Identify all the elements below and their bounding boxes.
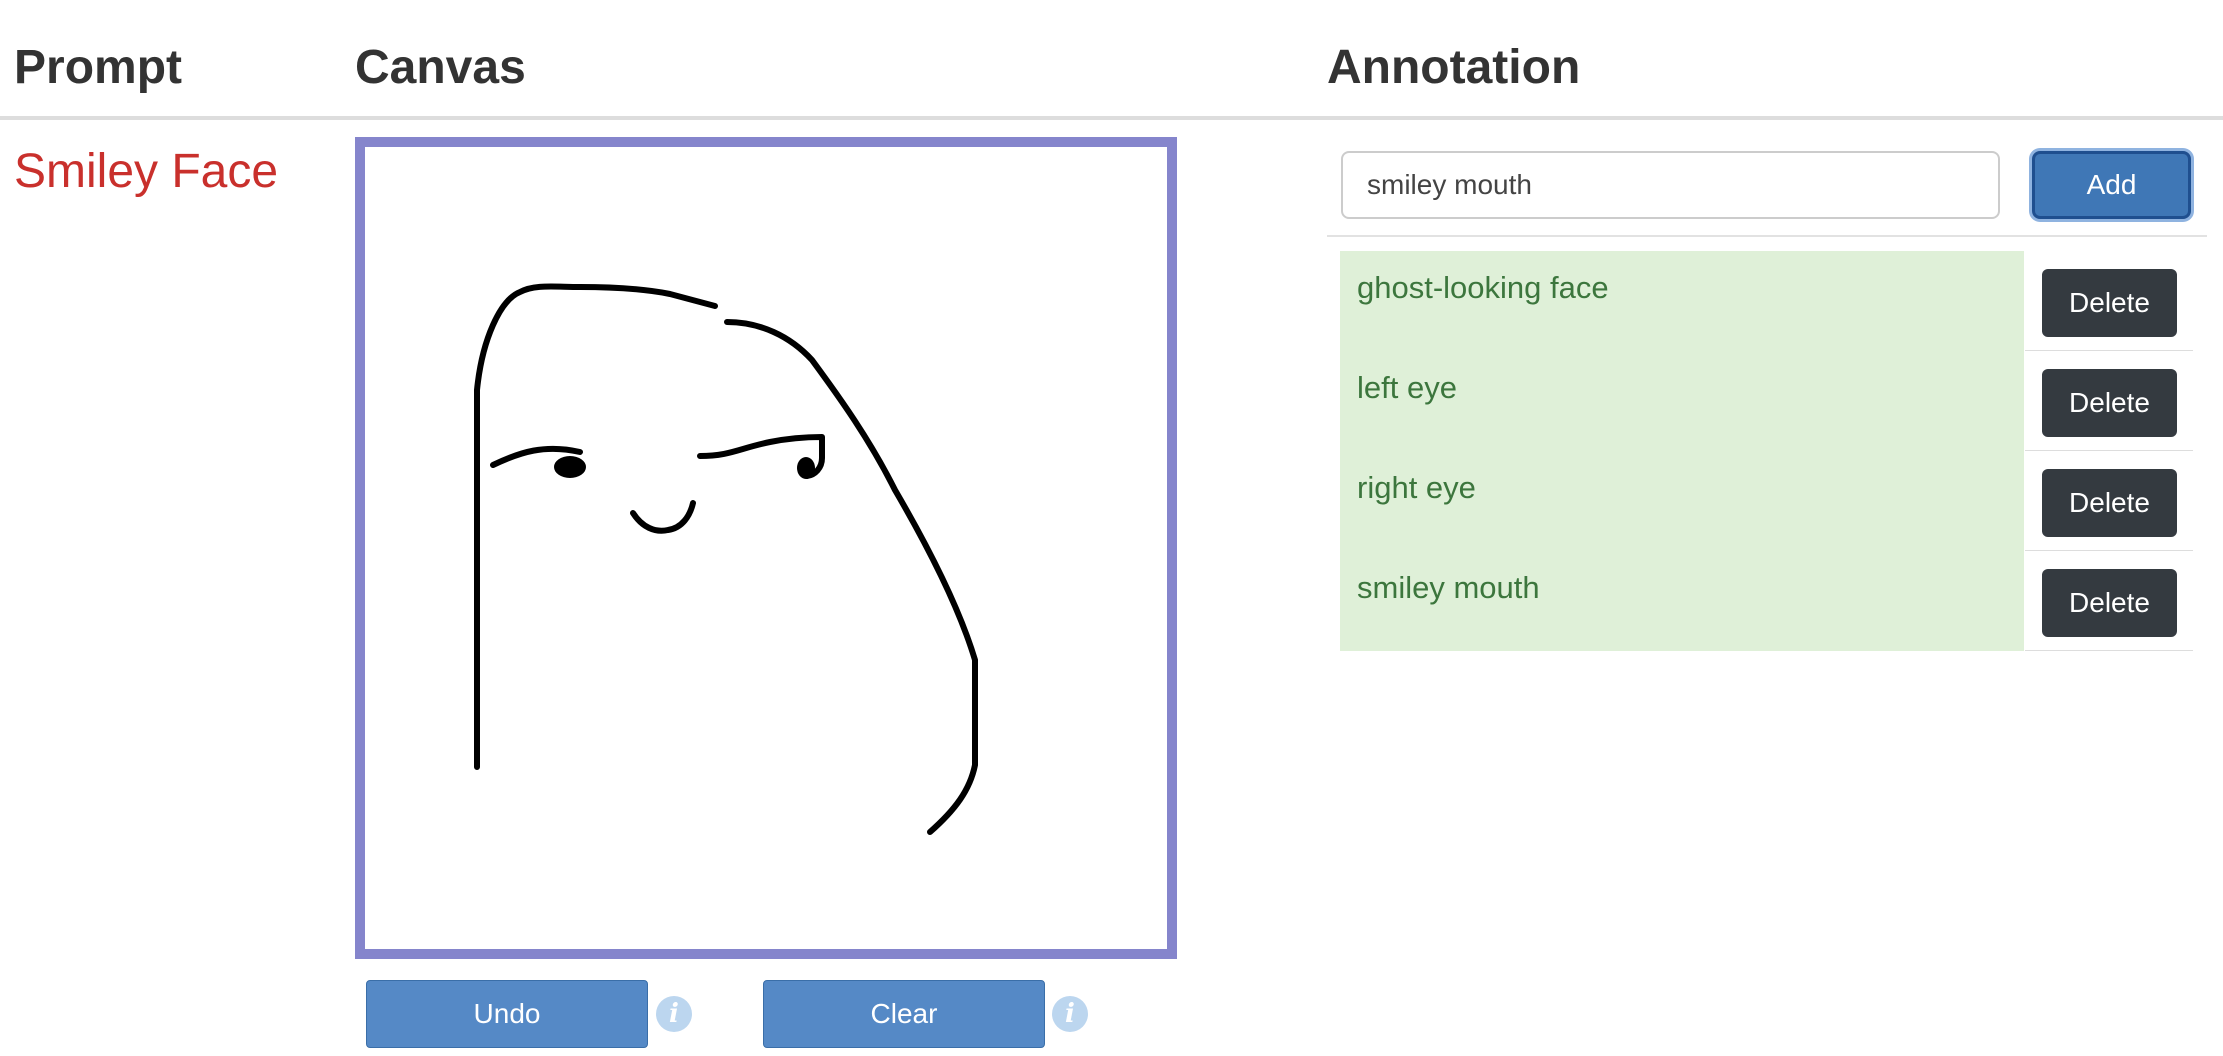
annotation-label: right eye [1357, 470, 1476, 505]
annotation-cell: smiley mouth [1340, 551, 2025, 651]
delete-annotation-button[interactable]: Delete [2042, 469, 2177, 537]
annotation-row: left eye Delete [1340, 351, 2193, 451]
sketch-strokes [474, 283, 978, 835]
annotation-input[interactable] [1341, 151, 2000, 219]
annotation-row: right eye Delete [1340, 451, 2193, 551]
undo-info-icon[interactable]: i [656, 996, 692, 1032]
annotation-row: ghost-looking face Delete [1340, 251, 2193, 351]
annotation-cell: left eye [1340, 351, 2025, 451]
prompt-text: Smiley Face [14, 145, 279, 198]
left-pupil [554, 456, 586, 478]
annotation-label: smiley mouth [1357, 570, 1540, 605]
delete-annotation-button[interactable]: Delete [2042, 569, 2177, 637]
delete-annotation-button[interactable]: Delete [2042, 369, 2177, 437]
clear-button[interactable]: Clear [763, 980, 1045, 1048]
annotation-list-divider [1327, 235, 2207, 237]
clear-info-icon[interactable]: i [1052, 996, 1088, 1032]
stroke-mouth [630, 500, 696, 534]
add-annotation-button[interactable]: Add [2032, 151, 2191, 219]
delete-annotation-button[interactable]: Delete [2042, 269, 2177, 337]
annotation-row: smiley mouth Delete [1340, 551, 2193, 651]
undo-button[interactable]: Undo [366, 980, 648, 1048]
stroke-head-right [724, 319, 978, 835]
drawing-canvas[interactable] [355, 137, 1177, 959]
annotation-cell: ghost-looking face [1340, 251, 2025, 351]
annotation-column-header: Annotation [1327, 41, 1581, 94]
header-divider [0, 116, 2223, 120]
right-pupil [797, 457, 815, 479]
annotation-label: left eye [1357, 370, 1457, 405]
annotation-cell: right eye [1340, 451, 2025, 551]
annotation-label: ghost-looking face [1357, 270, 1609, 305]
prompt-column-header: Prompt [14, 41, 182, 94]
canvas-column-header: Canvas [355, 41, 526, 94]
annotation-list: ghost-looking face Delete left eye Delet… [1340, 251, 2193, 651]
